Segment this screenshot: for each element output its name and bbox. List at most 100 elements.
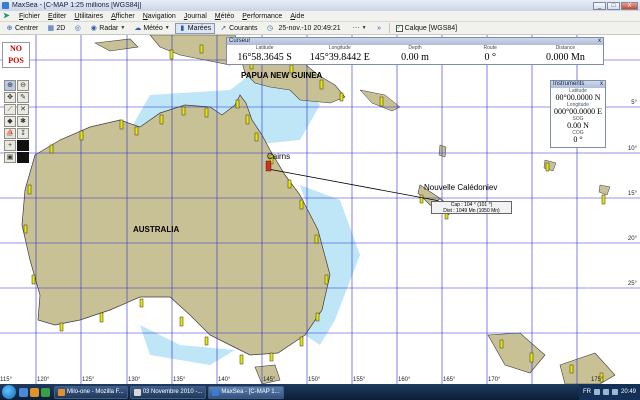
place-label-cairns: Cairns (267, 152, 291, 161)
globe-icon: ◎ (74, 24, 81, 32)
longitude-label: 135° (173, 377, 186, 383)
map-canvas[interactable] (0, 35, 640, 384)
view-2d-button[interactable]: ▦ 2D (43, 23, 69, 34)
maxsea-window: MaxSea - [C-MAP 1:25 millions [WGS84]] _… (0, 0, 640, 400)
cross-tool-icon[interactable]: + (4, 140, 16, 151)
quicklaunch-icon[interactable] (41, 387, 50, 397)
zoom-in-tool-icon[interactable]: ⊕ (4, 80, 16, 91)
marees-button[interactable]: ▮ Marées (174, 22, 216, 34)
courants-button[interactable]: ➚ Courants (216, 23, 261, 34)
language-indicator[interactable]: FR (583, 389, 591, 395)
place-label-nouvelle-caledonie: Nouvelle Calédoniev (424, 183, 498, 192)
cursor-distance: Distance 0.000 Mn (528, 45, 603, 65)
pin-tool-icon[interactable]: ↧ (17, 128, 29, 139)
cursor-depth: Depth 0.00 m (377, 45, 452, 65)
waypoint-tool-icon[interactable]: ◆ (4, 116, 16, 127)
radar-button[interactable]: ◉ Radar ▼ (86, 23, 129, 34)
volume-icon[interactable] (602, 389, 609, 395)
longitude-label: 145° (263, 377, 276, 383)
clock-icon: ◷ (266, 24, 274, 32)
network-icon[interactable] (593, 389, 600, 395)
mark-tool-icon[interactable]: ✕ (17, 104, 29, 115)
menu-utilitaires[interactable]: Utilitaires (70, 13, 107, 20)
field-value: 145°39.8442 E (309, 52, 370, 63)
menu-afficher[interactable]: Afficher (107, 13, 139, 20)
start-button[interactable] (2, 385, 16, 399)
fill-swatch-icon[interactable] (17, 152, 29, 163)
menu-navigation[interactable]: Navigation (139, 13, 180, 20)
fast-forward-icon: » (377, 24, 382, 32)
taskbar-item-label: Milo-one - Mozilla F... (67, 389, 124, 395)
menu-aide[interactable]: Aide (286, 13, 308, 20)
field-label: Depth (408, 45, 422, 51)
meteo-label: Météo (143, 24, 163, 32)
minimize-button[interactable]: _ (593, 1, 606, 10)
cursor-latitude: Latitude 16°58.3645 S (227, 45, 302, 65)
route-tool-icon[interactable]: ⟋ (4, 104, 16, 115)
marees-label: Marées (187, 24, 212, 32)
close-icon[interactable]: x (596, 38, 603, 45)
land-new-zealand (487, 332, 546, 374)
instruments-panel-header[interactable]: Instruments x (551, 81, 605, 88)
radar-icon: ◉ (90, 24, 97, 32)
title-bar: MaxSea - [C-MAP 1:25 millions [WGS84]] _… (0, 0, 640, 11)
instrument-sog: SOG 0.00 N (551, 116, 605, 130)
land-new-zealand (559, 352, 616, 384)
field-value: 0.00 N (567, 121, 589, 130)
chevron-down-icon: ▼ (120, 25, 126, 31)
security-icon[interactable] (611, 389, 618, 395)
firefox-icon[interactable] (30, 387, 39, 397)
centrer-button[interactable]: ⊕ Centrer (2, 23, 42, 34)
show-desktop-icon[interactable] (19, 387, 28, 397)
chart-map[interactable]: PAPUA NEW GUINEA Cairns AUSTRALIA Nouvel… (0, 35, 640, 384)
field-value: 0 ° (484, 52, 496, 63)
time-step-button[interactable]: ⋯ ▼ (349, 23, 371, 34)
zoom-out-tool-icon[interactable]: ⊖ (17, 80, 29, 91)
place-label-australia: AUSTRALIA (133, 225, 180, 234)
menu-editer[interactable]: Editer (44, 13, 70, 20)
taskbar-item-document[interactable]: 03 Novembre 2010 -... (129, 385, 207, 399)
folder-icon (133, 388, 141, 396)
left-toolbox: NO POS ⊕ ⊖ ✥ ✎ ⟋ ✕ ◆ ✱ ⛵ ↧ + ▣ (2, 42, 30, 192)
instruments-panel[interactable]: Instruments x Latitude 00°00.0000 N Long… (550, 80, 606, 148)
view-2d-label: 2D (56, 24, 66, 32)
calque-toggle[interactable]: ✓ Calque [WGS84] (392, 23, 462, 34)
close-icon[interactable]: x (598, 81, 605, 88)
latitude-label: 5° (631, 100, 637, 106)
field-value: 0.000 Mn (545, 52, 585, 63)
measure-tool-icon[interactable]: ✎ (17, 92, 29, 103)
cursor-panel[interactable]: Curseur x Latitude 16°58.3645 S Longitud… (226, 37, 604, 65)
maximize-button[interactable]: □ (607, 1, 620, 10)
calque-checkbox[interactable]: ✓ (395, 24, 403, 32)
no-position-line1: NO (10, 44, 22, 53)
menu-performance[interactable]: Performance (238, 13, 286, 20)
system-tray: FR 20:49 (578, 384, 640, 400)
time-forward-button[interactable]: » (372, 23, 387, 34)
close-button[interactable]: X (621, 1, 638, 10)
taskbar-item-maxsea[interactable]: MaxSea - [C-MAP 1... (208, 385, 284, 399)
boat-tool-icon[interactable]: ⛵ (4, 128, 16, 139)
taskbar: Milo-one - Mozilla F... 03 Novembre 2010… (0, 384, 640, 400)
color-swatch-icon[interactable] (17, 140, 29, 151)
event-tool-icon[interactable]: ✱ (17, 116, 29, 127)
taskbar-item-label: 03 Novembre 2010 -... (142, 389, 203, 395)
taskbar-item-firefox[interactable]: Milo-one - Mozilla F... (54, 385, 128, 399)
main-toolbar: ⊕ Centrer ▦ 2D ◎ ◉ Radar ▼ ☁ Météo ▼ ▮ M… (0, 22, 640, 35)
datetime-button[interactable]: ◷ 25-nov.-10 20:49:21 (263, 23, 348, 34)
menu-fichier[interactable]: Fichier (15, 13, 44, 20)
cursor-panel-header[interactable]: Curseur x (227, 38, 603, 45)
longitude-label: 125° (82, 377, 95, 383)
pan-tool-icon[interactable]: ✥ (4, 92, 16, 103)
menu-meteo[interactable]: Météo (211, 13, 238, 20)
meteo-button[interactable]: ☁ Météo ▼ (130, 23, 173, 34)
clock[interactable]: 20:49 (621, 389, 636, 395)
field-value: 00°00.0000 N (555, 93, 601, 102)
longitude-label: 140° (218, 377, 231, 383)
longitude-label: 155° (353, 377, 366, 383)
layer-tool-icon[interactable]: ▣ (4, 152, 16, 163)
menu-journal[interactable]: Journal (180, 13, 211, 20)
app-menu-icon[interactable]: ➤ (3, 12, 12, 20)
view-3d-button[interactable]: ◎ (70, 23, 85, 34)
map-icon: ▦ (47, 24, 55, 32)
current-arrow-icon: ➚ (220, 24, 227, 32)
